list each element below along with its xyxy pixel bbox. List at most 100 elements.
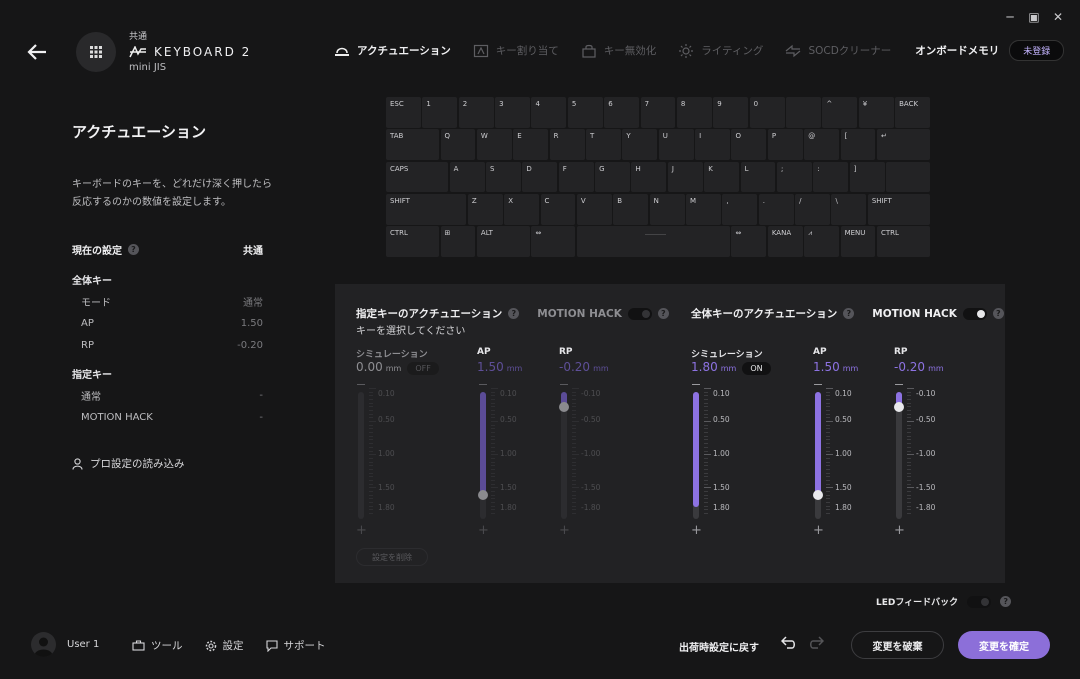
delete-settings-button[interactable]: 設定を削除 <box>356 548 428 566</box>
global-motion-hack-toggle[interactable] <box>962 307 987 320</box>
specific-ap-track[interactable] <box>478 392 488 519</box>
keyboard-key[interactable]: S <box>486 161 521 193</box>
specific-ap-handle[interactable] <box>478 490 488 500</box>
keyboard-key[interactable]: Y <box>622 129 658 161</box>
keyboard-key[interactable]: A <box>449 161 485 193</box>
keyboard-key[interactable]: 4 <box>531 97 567 128</box>
keyboard-key[interactable]: N <box>649 193 685 225</box>
factory-reset-button[interactable]: 出荷時設定に戻す <box>679 639 759 654</box>
global-rp-track[interactable] <box>894 392 904 519</box>
decrease-icon[interactable] <box>357 384 365 385</box>
keyboard-key[interactable]: E <box>513 129 549 161</box>
confirm-changes-button[interactable]: 変更を確定 <box>958 631 1050 659</box>
keyboard-key[interactable]: 2 <box>458 97 494 128</box>
global-ap-handle[interactable] <box>813 490 823 500</box>
increase-icon[interactable]: + <box>559 524 570 537</box>
help-icon[interactable]: ? <box>128 243 139 255</box>
keyboard-key[interactable]: / <box>795 193 830 225</box>
keyboard-key[interactable]: ALT <box>476 226 530 257</box>
keyboard-key[interactable] <box>786 97 821 128</box>
keyboard-key[interactable]: V <box>576 193 612 225</box>
keyboard-key[interactable]: 3 <box>495 97 530 128</box>
minimize-icon[interactable]: ─ <box>1004 11 1016 23</box>
keyboard-key[interactable]: X <box>504 193 540 225</box>
specific-sim-track[interactable] <box>358 392 364 519</box>
tab-socd[interactable]: SOCDクリーナー <box>785 42 891 60</box>
decrease-icon[interactable] <box>692 384 700 385</box>
keyboard-key[interactable]: ⇔ <box>531 226 576 257</box>
device-icon[interactable] <box>76 32 116 72</box>
onboard-memory[interactable]: オンボードメモリ 未登録 <box>915 40 1065 61</box>
global-ap-track[interactable] <box>813 392 823 519</box>
keyboard-key[interactable]: KANA <box>767 226 803 257</box>
keyboard-key[interactable]: Q <box>440 129 476 161</box>
load-pro-settings[interactable]: プロ設定の読み込み <box>72 456 185 471</box>
keyboard-key[interactable]: ⊞ <box>440 226 476 257</box>
support-button[interactable]: サポート <box>265 638 326 653</box>
tab-actuation[interactable]: アクチュエーション <box>334 42 451 60</box>
keyboard-key[interactable]: ¥ <box>858 97 894 128</box>
keyboard-key[interactable]: F <box>558 161 594 193</box>
undo-icon[interactable] <box>781 636 797 650</box>
keyboard-key[interactable]: ] <box>849 161 885 193</box>
keyboard-key[interactable]: 0 <box>749 97 785 128</box>
keyboard-key[interactable]: SHIFT <box>867 193 930 225</box>
increase-icon[interactable]: + <box>478 524 489 537</box>
user-profile[interactable]: User 1 <box>31 632 99 657</box>
keyboard-key[interactable]: ↵ <box>876 129 930 161</box>
keyboard-key[interactable]: [ <box>840 129 876 161</box>
keyboard-key[interactable]: CTRL <box>386 226 440 257</box>
help-icon[interactable]: ? <box>992 308 1004 319</box>
decrease-icon[interactable] <box>895 384 903 385</box>
decrease-icon[interactable] <box>814 384 822 385</box>
keyboard-key[interactable]: 7 <box>640 97 676 128</box>
global-sim-track[interactable] <box>693 392 699 519</box>
keyboard-key[interactable]: H <box>631 161 667 193</box>
tab-key-disable[interactable]: キー無効化 <box>581 42 656 60</box>
keyboard-key[interactable]: ^ <box>822 97 858 128</box>
keyboard-key[interactable]: \ <box>831 193 867 225</box>
redo-icon[interactable] <box>808 636 824 650</box>
keyboard-key[interactable]: L <box>740 161 776 193</box>
increase-icon[interactable]: + <box>691 524 702 537</box>
keyboard-key[interactable]: U <box>658 129 694 161</box>
keyboard-key[interactable]: ⇔ <box>731 226 767 257</box>
increase-icon[interactable]: + <box>356 524 367 537</box>
keyboard-key[interactable]: 6 <box>604 97 640 128</box>
tools-button[interactable]: ツール <box>132 638 183 653</box>
help-icon[interactable]: ? <box>508 308 520 319</box>
keyboard-key[interactable]: CTRL <box>876 226 930 257</box>
keyboard-key[interactable]: 5 <box>567 97 603 128</box>
keyboard-key[interactable]: 8 <box>676 97 712 128</box>
help-icon[interactable]: ? <box>1000 596 1012 607</box>
keyboard-key[interactable]: BACK <box>895 97 930 128</box>
keyboard-key[interactable]: C <box>540 193 576 225</box>
specific-rp-track[interactable] <box>559 392 569 519</box>
keyboard-key[interactable]: MENU <box>840 226 876 257</box>
maximize-icon[interactable]: ▣ <box>1028 11 1040 23</box>
global-rp-handle[interactable] <box>894 402 904 412</box>
keyboard-key[interactable]: ; <box>776 161 812 193</box>
help-icon[interactable]: ? <box>843 308 855 319</box>
keyboard-key[interactable]: ⩘ <box>804 226 840 257</box>
specific-rp-handle[interactable] <box>559 402 569 412</box>
keyboard-key[interactable]: I <box>695 129 730 161</box>
keyboard-key[interactable]: B <box>613 193 649 225</box>
keyboard-key[interactable]: : <box>813 161 849 193</box>
keyboard-key[interactable]: 9 <box>713 97 749 128</box>
keyboard-key[interactable] <box>886 161 930 193</box>
increase-icon[interactable]: + <box>813 524 824 537</box>
keyboard-key[interactable]: 1 <box>422 97 458 128</box>
keyboard-key[interactable]: CAPS <box>386 161 449 193</box>
specific-motion-hack-toggle[interactable] <box>627 307 652 320</box>
keyboard-key[interactable]: SHIFT <box>386 193 467 225</box>
increase-icon[interactable]: + <box>894 524 905 537</box>
decrease-icon[interactable] <box>560 384 568 385</box>
tab-lighting[interactable]: ライティング <box>678 42 763 60</box>
tab-key-assign[interactable]: キー割り当て <box>473 42 559 60</box>
sim-state-badge[interactable]: ON <box>742 362 771 375</box>
keyboard-key[interactable]: , <box>722 193 758 225</box>
keyboard-key[interactable]: T <box>586 129 621 161</box>
keyboard-key[interactable]: K <box>704 161 740 193</box>
keyboard-key[interactable]: ――― <box>576 226 730 257</box>
